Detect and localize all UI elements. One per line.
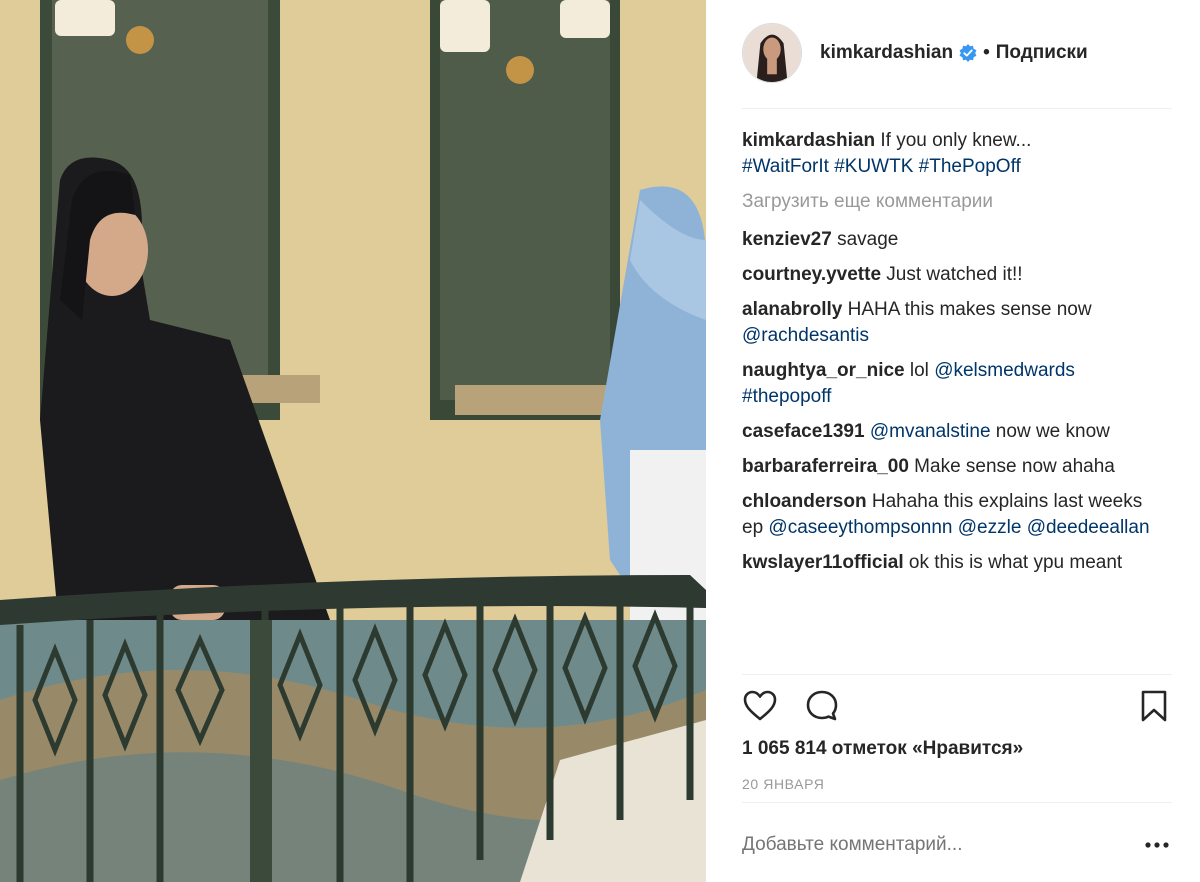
post-header: kimkardashian • Подписки bbox=[742, 22, 1172, 84]
comment-username[interactable]: chloanderson bbox=[742, 491, 867, 512]
add-comment-input[interactable] bbox=[742, 834, 1142, 856]
comment-username[interactable]: alanabrolly bbox=[742, 299, 842, 320]
comment-mention-link[interactable]: @caseeythompsonnn bbox=[768, 517, 952, 538]
verified-badge-icon bbox=[959, 44, 977, 62]
comments-divider bbox=[742, 674, 1172, 675]
caption-hashtag[interactable]: #WaitForIt bbox=[742, 156, 829, 177]
caption-username[interactable]: kimkardashian bbox=[742, 130, 875, 151]
heart-icon[interactable] bbox=[742, 688, 778, 724]
more-options-icon[interactable] bbox=[1144, 838, 1170, 852]
comment-item: alanabrolly HAHA this makes sense now @r… bbox=[742, 297, 1152, 349]
comment-text: HAHA this makes sense now bbox=[842, 299, 1092, 320]
comment-mention-link[interactable]: @deedeeallan bbox=[1027, 517, 1150, 538]
following-button[interactable]: Подписки bbox=[996, 42, 1088, 64]
header-divider bbox=[742, 108, 1172, 109]
comment-text: savage bbox=[831, 229, 899, 250]
post-photo[interactable] bbox=[0, 0, 706, 882]
comment-mention-link[interactable]: @ezzle bbox=[958, 517, 1022, 538]
comments-list[interactable]: kimkardashian If you only knew... #WaitF… bbox=[742, 128, 1152, 674]
caption-hashtag[interactable]: #ThePopOff bbox=[919, 156, 1021, 177]
comment-item: naughtya_or_nice lol @kelsmedwards #thep… bbox=[742, 358, 1152, 410]
header-separator: • bbox=[983, 42, 990, 63]
comment-text: now we know bbox=[990, 421, 1110, 442]
post-actions bbox=[742, 688, 1172, 728]
caption: kimkardashian If you only knew... #WaitF… bbox=[742, 128, 1152, 180]
comment-text: Make sense now ahaha bbox=[908, 456, 1115, 477]
comment-mention-link[interactable]: @mvanalstine bbox=[870, 421, 991, 442]
comment-mention-link[interactable]: #thepopoff bbox=[742, 386, 831, 407]
load-more-comments-link[interactable]: Загрузить еще комментарии bbox=[742, 189, 1152, 215]
comment-item: caseface1391 @mvanalstine now we know bbox=[742, 419, 1152, 445]
post-side-panel: kimkardashian • Подписки kimkardashian I… bbox=[706, 0, 1200, 882]
caption-hashtag[interactable]: #KUWTK bbox=[834, 156, 913, 177]
avatar[interactable] bbox=[742, 23, 802, 83]
comment-item: kenziev27 savage bbox=[742, 227, 1152, 253]
post-date[interactable]: 20 ЯНВАРЯ bbox=[742, 776, 824, 792]
comment-text: lol bbox=[904, 360, 935, 381]
comment-item: barbaraferreira_00 Make sense now ahaha bbox=[742, 454, 1152, 480]
comment-username[interactable]: naughtya_or_nice bbox=[742, 360, 905, 381]
comment-username[interactable]: kenziev27 bbox=[742, 229, 832, 250]
bookmark-icon[interactable] bbox=[1136, 688, 1172, 724]
comment-box-divider bbox=[742, 802, 1172, 803]
comment-mention-link[interactable]: @rachdesantis bbox=[742, 325, 869, 346]
comment-item: kwslayer11official ok this is what ypu m… bbox=[742, 550, 1152, 576]
comment-username[interactable]: caseface1391 bbox=[742, 421, 865, 442]
likes-count[interactable]: 1 065 814 отметок «Нравится» bbox=[742, 738, 1023, 760]
comment-item: courtney.yvette Just watched it!! bbox=[742, 262, 1152, 288]
avatar-image bbox=[743, 24, 801, 82]
comment-username[interactable]: barbaraferreira_00 bbox=[742, 456, 909, 477]
comment-mention-link[interactable]: @kelsmedwards bbox=[934, 360, 1075, 381]
comment-icon[interactable] bbox=[804, 688, 840, 724]
comment-username[interactable]: courtney.yvette bbox=[742, 264, 881, 285]
caption-text: If you only knew... bbox=[875, 130, 1032, 151]
comment-item: chloanderson Hahaha this explains last w… bbox=[742, 489, 1152, 541]
post-author-username[interactable]: kimkardashian bbox=[820, 42, 953, 64]
comment-username[interactable]: kwslayer11official bbox=[742, 552, 904, 573]
post-photo-illustration bbox=[0, 0, 706, 882]
comment-text: Just watched it!! bbox=[881, 264, 1023, 285]
comment-text: ok this is what ypu meant bbox=[903, 552, 1123, 573]
